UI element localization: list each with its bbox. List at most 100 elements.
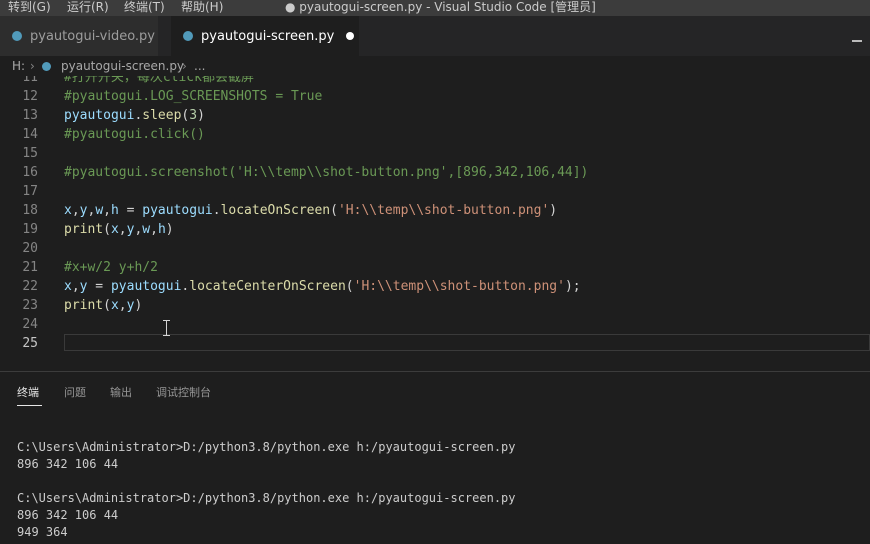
line-number: 22 <box>22 279 38 294</box>
code-token: ) <box>165 222 174 237</box>
breadcrumb-drive[interactable]: H: <box>12 56 25 76</box>
code-line[interactable]: 24 <box>0 315 870 334</box>
code-token: locateOnScreen <box>220 203 331 218</box>
tab-actions-icon[interactable] <box>852 40 862 42</box>
code-line[interactable]: 22 x,y = pyautogui.locateCenterOnScreen('… <box>0 277 870 296</box>
code-token: #打开开关，每次click都会截屏 <box>64 76 254 85</box>
terminal-line: 949 364 <box>17 525 68 539</box>
tab-label: pyautogui-video.py <box>30 28 156 44</box>
breadcrumb: H: › pyautogui-screen.py › ... <box>0 56 870 76</box>
code-line[interactable]: 15 <box>0 144 870 163</box>
line-number: 16 <box>22 165 38 180</box>
code-token: pyautogui <box>110 279 182 294</box>
menu-bar: 转到(G) 运行(R) 终端(T) 帮助(H) ● pyautogui-scre… <box>0 0 870 16</box>
code-token: locateCenterOnScreen <box>189 279 346 294</box>
code-text: #pyautogui.click() <box>64 125 205 144</box>
line-number: 20 <box>22 241 38 256</box>
python-file-icon <box>12 31 22 41</box>
panel-tab-problems[interactable]: 问题 <box>64 384 86 400</box>
code-token: sleep <box>142 108 182 123</box>
tab-pyautogui-screen[interactable]: pyautogui-screen.py <box>171 16 359 56</box>
code-token: 'H:\\temp\\shot-button.png' <box>337 203 550 218</box>
code-line[interactable]: 14 #pyautogui.click() <box>0 125 870 144</box>
code-editor[interactable]: 11 #打开开关，每次click都会截屏 12 #pyautogui.LOG_SCRE… <box>0 76 870 371</box>
python-file-icon <box>183 31 193 41</box>
code-line[interactable]: 13 pyautogui.sleep(3) <box>0 106 870 125</box>
line-number: 19 <box>22 222 38 237</box>
code-text: #pyautogui.screenshot('H:\\temp\\shot-bu… <box>64 163 588 182</box>
editor-tab-bar: pyautogui-video.py pyautogui-screen.py <box>0 16 870 56</box>
code-line[interactable]: 21 #x+w/2 y+h/2 <box>0 258 870 277</box>
code-token: x <box>64 279 72 294</box>
code-token: x <box>110 222 119 237</box>
code-token: h <box>157 222 166 237</box>
code-token: = <box>118 203 143 218</box>
code-token: 3 <box>189 108 198 123</box>
line-number: 17 <box>22 184 38 199</box>
terminal-line: C:\Users\Administrator>D:/python3.8/pyth… <box>17 440 516 454</box>
code-line[interactable]: 11 #打开开关，每次click都会截屏 <box>0 76 870 87</box>
menu-go[interactable]: 转到(G) <box>8 0 51 14</box>
code-text: pyautogui.sleep(3) <box>64 106 205 125</box>
code-token: ( <box>103 222 111 237</box>
code-token: 'H:\\temp\\shot-button.png' <box>353 279 565 294</box>
code-token: = <box>87 279 111 294</box>
line-number: 15 <box>22 146 38 161</box>
terminal-line: 896 342 106 44 <box>17 457 119 471</box>
terminal-line: C:\Users\Administrator>D:/python3.8/pyth… <box>17 491 516 505</box>
line-number: 14 <box>22 127 38 142</box>
line-number: 23 <box>22 298 38 313</box>
code-text: print(x,y) <box>64 296 142 315</box>
code-token: #pyautogui.LOG_SCREENSHOTS = True <box>64 89 323 104</box>
code-text: x,y = pyautogui.locateCenterOnScreen('H:… <box>64 277 581 296</box>
line-number: 24 <box>22 317 38 332</box>
code-token: h <box>110 203 119 218</box>
code-token: , <box>150 222 158 237</box>
window-title: ● pyautogui-screen.py - Visual Studio Co… <box>285 0 596 14</box>
unsaved-changes-icon[interactable] <box>346 32 355 40</box>
chevron-right-icon: › <box>182 59 187 73</box>
panel-tab-debug-console[interactable]: 调试控制台 <box>156 384 211 400</box>
code-text: #x+w/2 y+h/2 <box>64 258 158 277</box>
code-token: x <box>110 298 119 313</box>
breadcrumb-file[interactable]: pyautogui-screen.py <box>61 56 184 76</box>
code-token: #pyautogui.click() <box>64 127 205 142</box>
bottom-panel: 终端 问题 输出 调试控制台 C:\Users\Administrator>D:… <box>0 371 870 544</box>
code-token: ( <box>103 298 111 313</box>
code-token: , <box>118 222 127 237</box>
line-number: 11 <box>22 76 38 85</box>
code-line[interactable]: 12 #pyautogui.LOG_SCREENSHOTS = True <box>0 87 870 106</box>
code-text: x,y,w,h = pyautogui.locateOnScreen('H:\\… <box>64 201 557 220</box>
code-token: print <box>64 298 104 313</box>
code-token: , <box>103 203 111 218</box>
menu-terminal[interactable]: 终端(T) <box>124 0 165 14</box>
menu-help[interactable]: 帮助(H) <box>181 0 223 14</box>
code-token: x <box>64 203 72 218</box>
menu-run[interactable]: 运行(R) <box>67 0 109 14</box>
code-token: print <box>64 222 104 237</box>
code-text: #打开开关，每次click都会截屏 <box>64 76 254 87</box>
panel-tab-output[interactable]: 输出 <box>110 384 132 400</box>
code-token: #pyautogui.screenshot('H:\\temp\\shot-bu… <box>64 165 589 180</box>
code-token: pyautogui <box>64 108 135 123</box>
line-number: 18 <box>22 203 38 218</box>
panel-tab-terminal[interactable]: 终端 <box>17 384 39 400</box>
code-token: ( <box>345 279 354 294</box>
code-line[interactable]: 17 <box>0 182 870 201</box>
code-line[interactable]: 18 x,y,w,h = pyautogui.locateOnScreen('H:… <box>0 201 870 220</box>
code-line[interactable]: 19 print(x,y,w,h) <box>0 220 870 239</box>
breadcrumb-symbol[interactable]: ... <box>194 56 205 76</box>
python-file-icon <box>42 62 51 71</box>
active-tab-indicator <box>17 405 42 406</box>
code-line[interactable]: 23 print(x,y) <box>0 296 870 315</box>
line-number: 12 <box>22 89 38 104</box>
code-token: w <box>142 222 151 237</box>
code-token: ) <box>134 298 143 313</box>
code-text: #pyautogui.LOG_SCREENSHOTS = True <box>64 87 322 106</box>
code-line[interactable]: 25 <box>0 334 870 353</box>
code-token: ); <box>564 279 581 294</box>
tab-pyautogui-video[interactable]: pyautogui-video.py <box>0 16 158 56</box>
code-line[interactable]: 16 #pyautogui.screenshot('H:\\temp\\shot-… <box>0 163 870 182</box>
code-line[interactable]: 20 <box>0 239 870 258</box>
line-number: 25 <box>22 336 38 351</box>
